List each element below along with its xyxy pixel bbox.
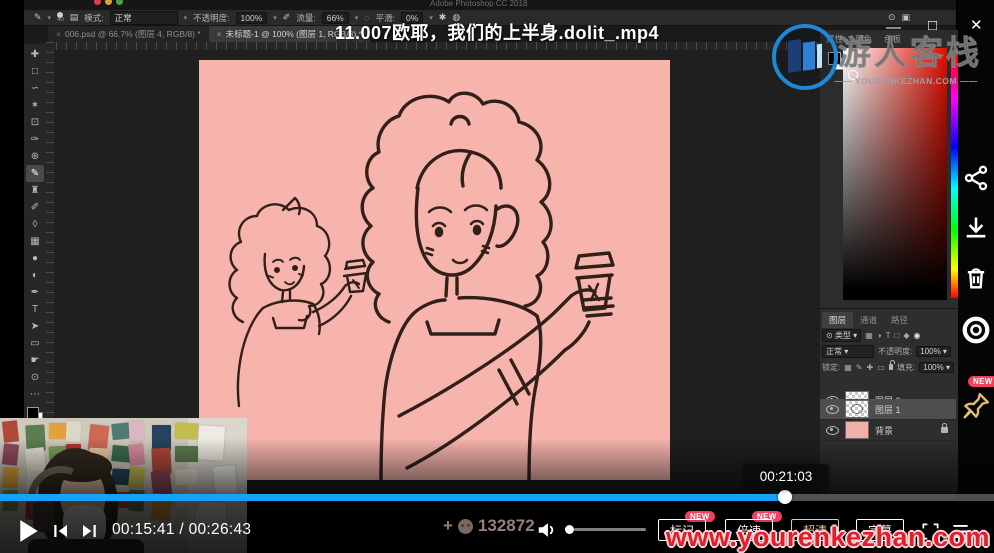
tool-healing-brush-icon: ⊕ bbox=[30, 151, 40, 162]
maximize-button[interactable]: □ bbox=[928, 18, 937, 33]
tool-more-icon: ⋯ bbox=[30, 389, 40, 400]
lock-transparent-icon: ▦ bbox=[844, 362, 852, 372]
tool-zoom-icon: ⊙ bbox=[30, 372, 40, 383]
volume-icon[interactable] bbox=[534, 517, 560, 543]
share-icon[interactable] bbox=[958, 160, 994, 196]
tool-eyedropper-icon: ✑ bbox=[30, 134, 40, 145]
tool-dodge-icon: ◐ bbox=[31, 270, 39, 281]
tool-move-icon: ✚ bbox=[30, 49, 40, 60]
lock-artboard-icon: ▭ bbox=[877, 362, 885, 372]
layer-row-1-selected: 图层 1 bbox=[820, 399, 956, 420]
tool-pen-icon: ✒ bbox=[30, 287, 40, 298]
poster-tile bbox=[174, 422, 199, 440]
tool-path-selection-icon: ➤ bbox=[30, 321, 40, 332]
lock-pixels-icon: ✎ bbox=[855, 362, 863, 372]
mac-minimize-dot bbox=[105, 0, 112, 5]
progress-fill bbox=[0, 494, 786, 501]
record-icon[interactable] bbox=[958, 312, 994, 348]
layer-name: 背景 bbox=[875, 425, 894, 436]
hue-slider bbox=[951, 55, 958, 298]
tab-channels: 通道 bbox=[860, 315, 878, 325]
ps-app-title: Adobe Photoshop CC 2018 bbox=[430, 0, 528, 7]
volume-handle[interactable] bbox=[565, 525, 574, 534]
fill-label: 填充: bbox=[897, 362, 916, 372]
layer-thumbnail bbox=[845, 400, 869, 418]
brand-site-text: —— YOURENKEZHAN.COM —— bbox=[834, 76, 978, 86]
pin-new-badge: NEW bbox=[968, 376, 994, 387]
filter-type-icon: T bbox=[885, 330, 891, 340]
lock-label: 锁定: bbox=[822, 362, 841, 372]
tool-brush-icon: ✎ bbox=[26, 165, 44, 182]
tool-type-icon: T bbox=[31, 304, 39, 315]
line-art-girl-drawing bbox=[228, 91, 615, 482]
close-button[interactable]: ✕ bbox=[970, 18, 983, 33]
filter-shape-icon: □ bbox=[894, 330, 900, 340]
tool-lasso-icon: ∽ bbox=[30, 83, 40, 94]
tool-history-brush-icon: ✐ bbox=[30, 202, 40, 213]
seek-tooltip: 00:21:03 bbox=[743, 464, 829, 489]
site-url-watermark: www.yourenkezhan.com bbox=[665, 522, 990, 552]
layer-name: 图层 1 bbox=[875, 404, 901, 415]
layers-opacity-value: 100% ▾ bbox=[916, 345, 951, 357]
lock-position-icon: ✚ bbox=[866, 362, 874, 372]
tool-hand-icon: ☛ bbox=[30, 355, 40, 366]
tool-marquee-icon: □ bbox=[31, 66, 39, 77]
tool-shape-icon: ▭ bbox=[30, 338, 40, 349]
layers-filter-row: ⊙ 类型 ▾ ▦ ◑ T □ ◆ ◉ bbox=[822, 328, 954, 342]
time-display: 00:15:41 / 00:26:43 bbox=[112, 521, 252, 538]
next-button[interactable] bbox=[78, 520, 100, 542]
visibility-eye-icon bbox=[826, 404, 839, 414]
previous-button[interactable] bbox=[50, 520, 72, 542]
layer-thumbnail bbox=[845, 421, 869, 439]
background-lock-icon bbox=[941, 423, 948, 433]
video-counter-overlay: +132872 bbox=[443, 516, 535, 535]
trash-icon[interactable] bbox=[958, 260, 994, 296]
mascot-icon bbox=[457, 518, 473, 534]
lock-all-icon bbox=[888, 360, 896, 370]
tool-gradient-icon: ▦ bbox=[30, 236, 40, 247]
tab-paths: 路径 bbox=[891, 315, 909, 325]
play-button[interactable] bbox=[16, 518, 42, 544]
minimize-button[interactable]: — bbox=[886, 20, 901, 35]
video-player: Adobe Photoshop CC 2018 ✎ ▾ 40 ▤ 模式: 正常 ▾ … bbox=[0, 0, 994, 553]
tab-layers: 图层 bbox=[822, 312, 854, 328]
fill-value: 100% ▾ bbox=[919, 361, 954, 373]
layers-panel-tabs: 图层 通道 路径 bbox=[822, 312, 915, 328]
blend-mode-select: 正常 ▾ bbox=[822, 344, 874, 358]
current-time: 00:15:41 bbox=[112, 521, 175, 538]
tool-clone-stamp-icon: ♜ bbox=[30, 185, 40, 196]
layers-blend-row: 正常 ▾ 不透明度: 100% ▾ bbox=[822, 344, 954, 358]
filter-adjustment-icon: ◑ bbox=[876, 330, 882, 340]
filter-pixel-icon: ▦ bbox=[865, 330, 873, 340]
tool-eraser-icon: ◊ bbox=[32, 219, 38, 230]
download-icon[interactable] bbox=[958, 210, 994, 246]
tool-crop-icon: ⊡ bbox=[30, 117, 40, 128]
mac-zoom-dot bbox=[116, 0, 123, 5]
tool-magic-wand-icon: ✶ bbox=[30, 100, 40, 111]
volume-track[interactable] bbox=[574, 528, 646, 531]
filter-toggle-icon: ◉ bbox=[913, 330, 921, 340]
layers-opacity-label: 不透明度: bbox=[878, 346, 913, 356]
filter-smartobject-icon: ◆ bbox=[903, 330, 910, 340]
tool-blur-icon: ● bbox=[31, 253, 39, 264]
visibility-eye-icon bbox=[826, 425, 839, 435]
total-duration: 00:26:43 bbox=[188, 521, 252, 538]
pin-icon[interactable] bbox=[958, 388, 994, 424]
ps-canvas-artwork bbox=[199, 60, 670, 482]
mac-close-dot bbox=[94, 0, 101, 5]
kind-filter: ⊙ 类型 ▾ bbox=[822, 328, 862, 342]
layers-lock-row: 锁定: ▦ ✎ ✚ ▭ 填充: 100% ▾ bbox=[822, 360, 954, 374]
